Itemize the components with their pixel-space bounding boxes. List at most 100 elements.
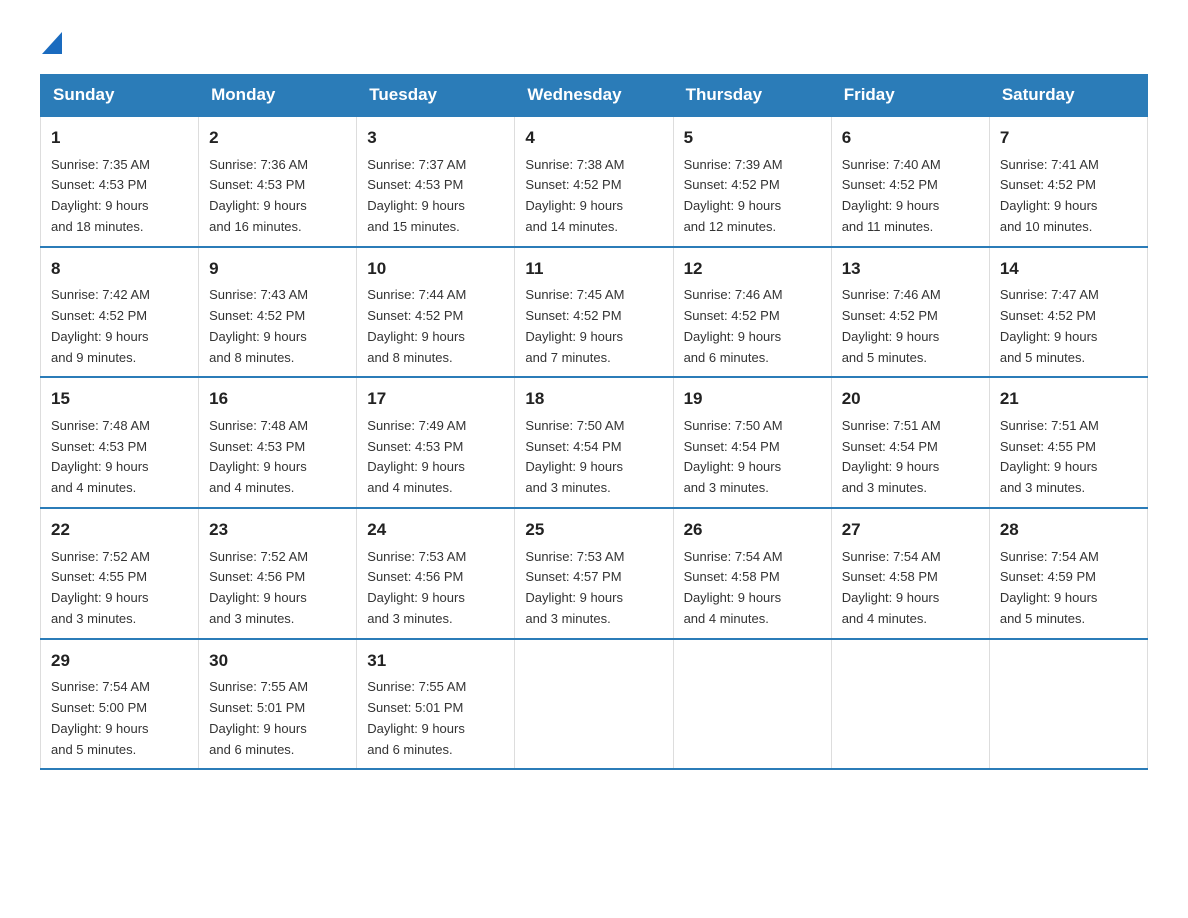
calendar-cell: 17 Sunrise: 7:49 AMSunset: 4:53 PMDaylig…: [357, 377, 515, 508]
day-number: 21: [1000, 386, 1137, 412]
day-info: Sunrise: 7:51 AMSunset: 4:54 PMDaylight:…: [842, 418, 941, 495]
day-info: Sunrise: 7:38 AMSunset: 4:52 PMDaylight:…: [525, 157, 624, 234]
day-info: Sunrise: 7:52 AMSunset: 4:55 PMDaylight:…: [51, 549, 150, 626]
day-number: 30: [209, 648, 346, 674]
day-number: 26: [684, 517, 821, 543]
day-info: Sunrise: 7:52 AMSunset: 4:56 PMDaylight:…: [209, 549, 308, 626]
calendar-cell: 22 Sunrise: 7:52 AMSunset: 4:55 PMDaylig…: [41, 508, 199, 639]
day-info: Sunrise: 7:36 AMSunset: 4:53 PMDaylight:…: [209, 157, 308, 234]
day-info: Sunrise: 7:49 AMSunset: 4:53 PMDaylight:…: [367, 418, 466, 495]
day-number: 16: [209, 386, 346, 412]
day-info: Sunrise: 7:40 AMSunset: 4:52 PMDaylight:…: [842, 157, 941, 234]
calendar-body: 1 Sunrise: 7:35 AMSunset: 4:53 PMDayligh…: [41, 116, 1148, 769]
day-number: 25: [525, 517, 662, 543]
day-number: 19: [684, 386, 821, 412]
calendar-cell: 14 Sunrise: 7:47 AMSunset: 4:52 PMDaylig…: [989, 247, 1147, 378]
day-number: 28: [1000, 517, 1137, 543]
calendar-cell: 10 Sunrise: 7:44 AMSunset: 4:52 PMDaylig…: [357, 247, 515, 378]
day-info: Sunrise: 7:43 AMSunset: 4:52 PMDaylight:…: [209, 287, 308, 364]
day-number: 27: [842, 517, 979, 543]
calendar-cell: [989, 639, 1147, 770]
calendar-cell: 11 Sunrise: 7:45 AMSunset: 4:52 PMDaylig…: [515, 247, 673, 378]
day-info: Sunrise: 7:51 AMSunset: 4:55 PMDaylight:…: [1000, 418, 1099, 495]
day-info: Sunrise: 7:54 AMSunset: 4:58 PMDaylight:…: [684, 549, 783, 626]
calendar-table: SundayMondayTuesdayWednesdayThursdayFrid…: [40, 74, 1148, 770]
calendar-cell: 26 Sunrise: 7:54 AMSunset: 4:58 PMDaylig…: [673, 508, 831, 639]
calendar-cell: 25 Sunrise: 7:53 AMSunset: 4:57 PMDaylig…: [515, 508, 673, 639]
day-number: 7: [1000, 125, 1137, 151]
day-number: 31: [367, 648, 504, 674]
col-header-friday: Friday: [831, 75, 989, 117]
day-info: Sunrise: 7:55 AMSunset: 5:01 PMDaylight:…: [209, 679, 308, 756]
day-number: 29: [51, 648, 188, 674]
day-number: 22: [51, 517, 188, 543]
calendar-cell: [673, 639, 831, 770]
calendar-cell: 7 Sunrise: 7:41 AMSunset: 4:52 PMDayligh…: [989, 116, 1147, 247]
calendar-cell: 18 Sunrise: 7:50 AMSunset: 4:54 PMDaylig…: [515, 377, 673, 508]
day-info: Sunrise: 7:53 AMSunset: 4:57 PMDaylight:…: [525, 549, 624, 626]
day-info: Sunrise: 7:50 AMSunset: 4:54 PMDaylight:…: [684, 418, 783, 495]
calendar-cell: 23 Sunrise: 7:52 AMSunset: 4:56 PMDaylig…: [199, 508, 357, 639]
calendar-cell: 13 Sunrise: 7:46 AMSunset: 4:52 PMDaylig…: [831, 247, 989, 378]
calendar-week-2: 8 Sunrise: 7:42 AMSunset: 4:52 PMDayligh…: [41, 247, 1148, 378]
calendar-cell: 29 Sunrise: 7:54 AMSunset: 5:00 PMDaylig…: [41, 639, 199, 770]
calendar-cell: 30 Sunrise: 7:55 AMSunset: 5:01 PMDaylig…: [199, 639, 357, 770]
calendar-cell: 21 Sunrise: 7:51 AMSunset: 4:55 PMDaylig…: [989, 377, 1147, 508]
day-number: 3: [367, 125, 504, 151]
col-header-thursday: Thursday: [673, 75, 831, 117]
day-number: 12: [684, 256, 821, 282]
day-number: 11: [525, 256, 662, 282]
day-number: 4: [525, 125, 662, 151]
calendar-cell: [831, 639, 989, 770]
calendar-cell: 1 Sunrise: 7:35 AMSunset: 4:53 PMDayligh…: [41, 116, 199, 247]
day-number: 9: [209, 256, 346, 282]
day-number: 5: [684, 125, 821, 151]
calendar-cell: 9 Sunrise: 7:43 AMSunset: 4:52 PMDayligh…: [199, 247, 357, 378]
calendar-cell: [515, 639, 673, 770]
calendar-cell: 27 Sunrise: 7:54 AMSunset: 4:58 PMDaylig…: [831, 508, 989, 639]
calendar-week-3: 15 Sunrise: 7:48 AMSunset: 4:53 PMDaylig…: [41, 377, 1148, 508]
day-info: Sunrise: 7:48 AMSunset: 4:53 PMDaylight:…: [209, 418, 308, 495]
col-header-wednesday: Wednesday: [515, 75, 673, 117]
calendar-cell: 19 Sunrise: 7:50 AMSunset: 4:54 PMDaylig…: [673, 377, 831, 508]
day-info: Sunrise: 7:54 AMSunset: 4:58 PMDaylight:…: [842, 549, 941, 626]
day-info: Sunrise: 7:45 AMSunset: 4:52 PMDaylight:…: [525, 287, 624, 364]
day-info: Sunrise: 7:41 AMSunset: 4:52 PMDaylight:…: [1000, 157, 1099, 234]
col-header-saturday: Saturday: [989, 75, 1147, 117]
calendar-cell: 28 Sunrise: 7:54 AMSunset: 4:59 PMDaylig…: [989, 508, 1147, 639]
day-number: 14: [1000, 256, 1137, 282]
calendar-cell: 24 Sunrise: 7:53 AMSunset: 4:56 PMDaylig…: [357, 508, 515, 639]
calendar-header: SundayMondayTuesdayWednesdayThursdayFrid…: [41, 75, 1148, 117]
day-info: Sunrise: 7:37 AMSunset: 4:53 PMDaylight:…: [367, 157, 466, 234]
day-number: 6: [842, 125, 979, 151]
calendar-cell: 16 Sunrise: 7:48 AMSunset: 4:53 PMDaylig…: [199, 377, 357, 508]
calendar-cell: 12 Sunrise: 7:46 AMSunset: 4:52 PMDaylig…: [673, 247, 831, 378]
col-header-tuesday: Tuesday: [357, 75, 515, 117]
day-number: 24: [367, 517, 504, 543]
calendar-cell: 8 Sunrise: 7:42 AMSunset: 4:52 PMDayligh…: [41, 247, 199, 378]
day-number: 8: [51, 256, 188, 282]
day-info: Sunrise: 7:46 AMSunset: 4:52 PMDaylight:…: [842, 287, 941, 364]
day-number: 23: [209, 517, 346, 543]
calendar-cell: 5 Sunrise: 7:39 AMSunset: 4:52 PMDayligh…: [673, 116, 831, 247]
calendar-week-5: 29 Sunrise: 7:54 AMSunset: 5:00 PMDaylig…: [41, 639, 1148, 770]
logo-triangle-icon: [42, 32, 62, 54]
calendar-cell: 15 Sunrise: 7:48 AMSunset: 4:53 PMDaylig…: [41, 377, 199, 508]
day-info: Sunrise: 7:55 AMSunset: 5:01 PMDaylight:…: [367, 679, 466, 756]
day-info: Sunrise: 7:50 AMSunset: 4:54 PMDaylight:…: [525, 418, 624, 495]
page-header: [40, 30, 1148, 54]
day-number: 13: [842, 256, 979, 282]
day-number: 1: [51, 125, 188, 151]
calendar-cell: 6 Sunrise: 7:40 AMSunset: 4:52 PMDayligh…: [831, 116, 989, 247]
day-info: Sunrise: 7:48 AMSunset: 4:53 PMDaylight:…: [51, 418, 150, 495]
calendar-cell: 2 Sunrise: 7:36 AMSunset: 4:53 PMDayligh…: [199, 116, 357, 247]
day-number: 2: [209, 125, 346, 151]
calendar-cell: 4 Sunrise: 7:38 AMSunset: 4:52 PMDayligh…: [515, 116, 673, 247]
day-info: Sunrise: 7:47 AMSunset: 4:52 PMDaylight:…: [1000, 287, 1099, 364]
day-info: Sunrise: 7:54 AMSunset: 5:00 PMDaylight:…: [51, 679, 150, 756]
day-info: Sunrise: 7:53 AMSunset: 4:56 PMDaylight:…: [367, 549, 466, 626]
day-header-row: SundayMondayTuesdayWednesdayThursdayFrid…: [41, 75, 1148, 117]
calendar-cell: 31 Sunrise: 7:55 AMSunset: 5:01 PMDaylig…: [357, 639, 515, 770]
calendar-cell: 3 Sunrise: 7:37 AMSunset: 4:53 PMDayligh…: [357, 116, 515, 247]
day-info: Sunrise: 7:42 AMSunset: 4:52 PMDaylight:…: [51, 287, 150, 364]
